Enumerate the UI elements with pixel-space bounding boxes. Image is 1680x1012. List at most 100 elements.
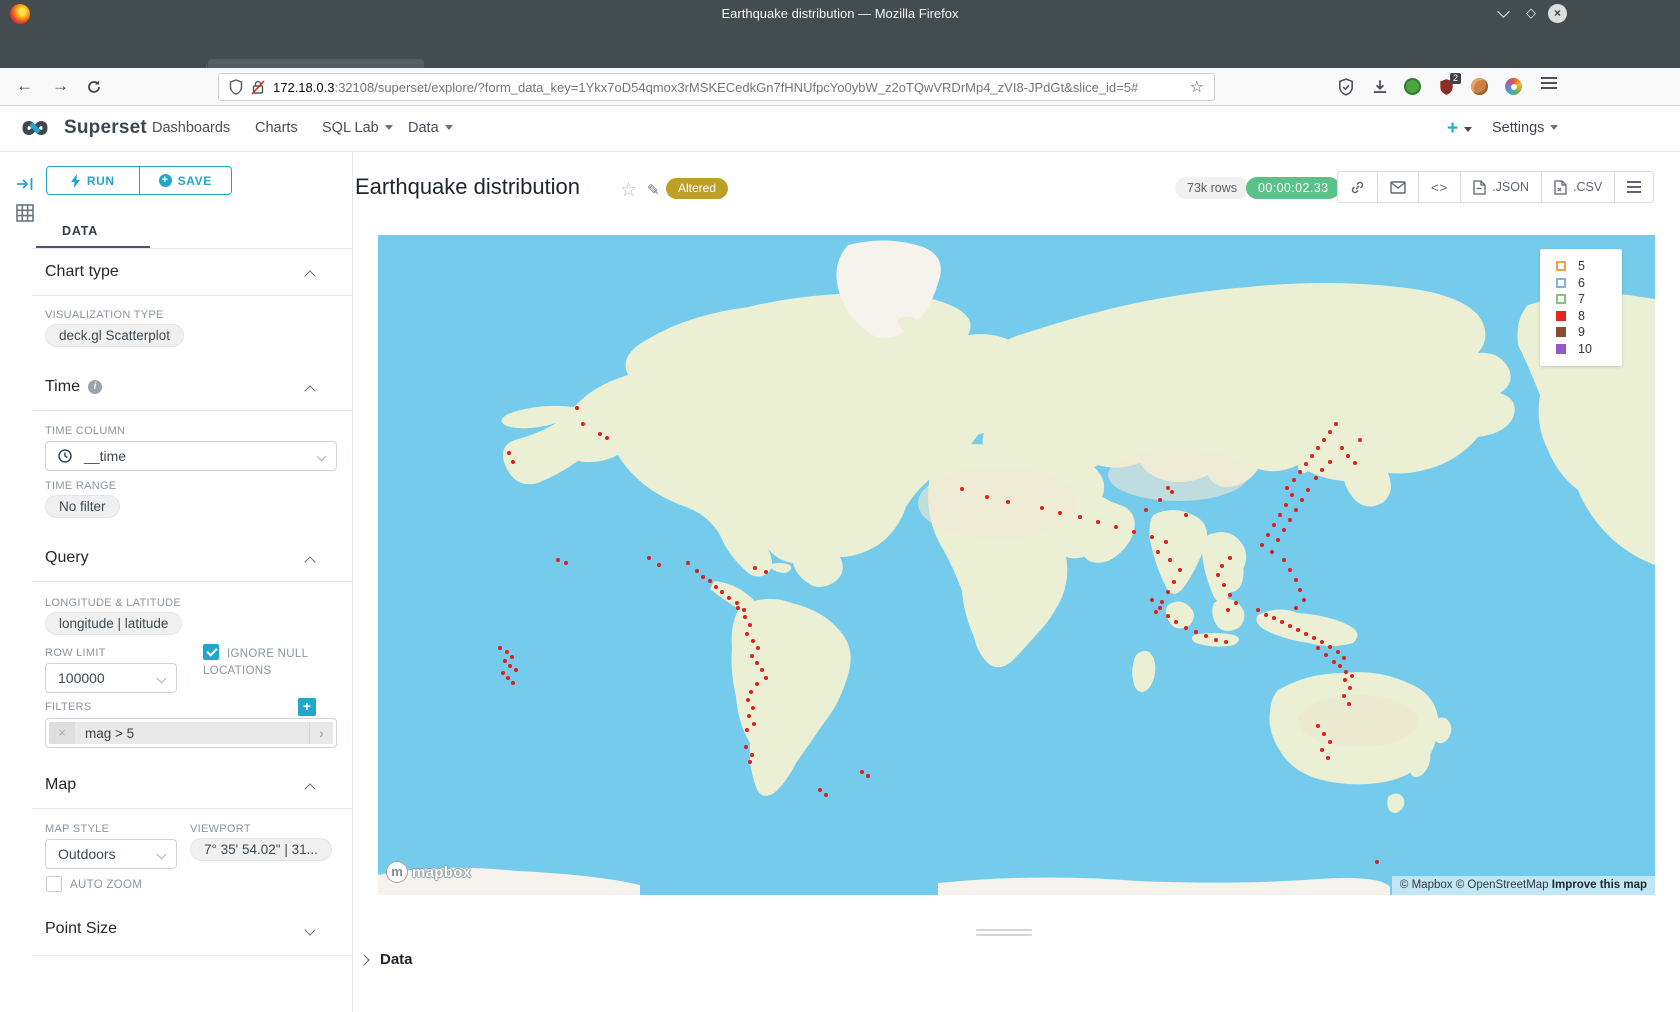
altered-badge[interactable]: Altered bbox=[666, 178, 728, 199]
superset-infinity-icon bbox=[14, 116, 56, 140]
nav-sql-lab[interactable]: SQL Lab bbox=[322, 120, 393, 136]
deckgl-scatter-map[interactable]: 5678910 m mapbox © Mapbox © OpenStreetMa… bbox=[378, 235, 1655, 895]
earthquake-point bbox=[1328, 740, 1332, 744]
chevron-up-icon[interactable] bbox=[304, 270, 315, 281]
add-filter-button[interactable]: + bbox=[298, 698, 316, 716]
chevron-down-icon[interactable] bbox=[304, 924, 315, 935]
forward-icon[interactable]: → bbox=[52, 76, 69, 96]
filter-control[interactable]: × mag > 5 › bbox=[45, 718, 337, 748]
earthquake-point bbox=[1310, 454, 1314, 458]
legend-row: 8 bbox=[1556, 308, 1622, 325]
earthquake-point bbox=[1266, 533, 1270, 537]
time-range-value[interactable]: No filter bbox=[45, 495, 120, 518]
section-query[interactable]: Query bbox=[45, 549, 89, 567]
url-text[interactable]: 172.18.0.3:32108/superset/explore/?form_… bbox=[273, 80, 1182, 95]
chart-actions-group: <> .JSON .CSV bbox=[1337, 171, 1654, 203]
earthquake-point bbox=[749, 690, 753, 694]
expand-datasource-icon[interactable] bbox=[16, 176, 34, 192]
attrib-osm[interactable]: © OpenStreetMap bbox=[1456, 879, 1549, 891]
chart-menu-button[interactable] bbox=[1614, 171, 1654, 203]
earthquake-point bbox=[1164, 540, 1168, 544]
run-button[interactable]: RUN bbox=[47, 167, 139, 194]
chevron-up-icon[interactable] bbox=[304, 556, 315, 567]
viewport-value[interactable]: 7° 35' 54.02" | 31... bbox=[190, 838, 332, 861]
ublock-icon[interactable]: 2 bbox=[1438, 78, 1456, 96]
earthquake-point bbox=[1280, 620, 1284, 624]
chevron-right-icon[interactable]: › bbox=[309, 722, 333, 744]
panel-resize-handle[interactable] bbox=[976, 929, 1032, 939]
nav-charts[interactable]: Charts bbox=[255, 120, 298, 136]
extension-green-icon[interactable] bbox=[1404, 78, 1421, 95]
extension-pinwheel-icon[interactable] bbox=[1505, 78, 1522, 95]
nav-dashboards[interactable]: Dashboards bbox=[152, 120, 230, 136]
earthquake-point bbox=[745, 728, 749, 732]
earthquake-point bbox=[714, 585, 718, 589]
add-new-button[interactable]: + bbox=[1447, 118, 1472, 140]
url-bar[interactable]: 172.18.0.3:32108/superset/explore/?form_… bbox=[218, 73, 1215, 101]
auto-zoom-checkbox[interactable] bbox=[46, 876, 62, 892]
reload-icon[interactable] bbox=[86, 79, 102, 95]
chevron-up-icon[interactable] bbox=[304, 783, 315, 794]
export-csv-button[interactable]: .CSV bbox=[1541, 171, 1615, 203]
earthquake-point bbox=[1096, 520, 1100, 524]
nav-settings[interactable]: Settings bbox=[1492, 120, 1558, 136]
attrib-mapbox[interactable]: © Mapbox bbox=[1400, 879, 1453, 891]
menu-hamburger-icon[interactable] bbox=[1540, 82, 1558, 100]
world-basemap bbox=[378, 235, 1655, 895]
insecure-lock-icon[interactable] bbox=[251, 79, 265, 95]
nav-data[interactable]: Data bbox=[408, 120, 453, 136]
ignore-null-checkbox[interactable] bbox=[203, 644, 219, 660]
earthquake-point bbox=[1282, 528, 1286, 532]
edit-title-icon[interactable]: ✎ bbox=[647, 181, 660, 199]
favorite-star-icon[interactable]: ☆ bbox=[620, 179, 637, 202]
section-time[interactable]: Timei bbox=[45, 378, 102, 396]
superset-logo[interactable]: Superset bbox=[14, 116, 147, 140]
earthquake-point bbox=[1158, 498, 1162, 502]
earthquake-point bbox=[1166, 590, 1170, 594]
earthquake-point bbox=[1294, 606, 1298, 610]
window-maximize-icon[interactable]: ◇ bbox=[1526, 5, 1536, 21]
download-icon[interactable] bbox=[1371, 78, 1389, 96]
legend-label: 7 bbox=[1578, 292, 1585, 306]
lonlat-value[interactable]: longitude | latitude bbox=[45, 612, 182, 635]
map-style-select[interactable]: Outdoors bbox=[45, 839, 177, 869]
time-column-select[interactable]: __time bbox=[45, 441, 337, 471]
map-legend-items: 5678910 bbox=[1556, 258, 1622, 357]
back-icon[interactable]: ← bbox=[16, 76, 33, 96]
data-collapse-toggle[interactable]: Data bbox=[360, 951, 413, 968]
earthquake-point bbox=[1312, 636, 1316, 640]
row-limit-select[interactable]: 100000 bbox=[45, 663, 177, 693]
earthquake-point bbox=[1316, 646, 1320, 650]
filters-label: FILTERS bbox=[45, 701, 92, 713]
earthquake-point bbox=[764, 570, 768, 574]
earthquake-point bbox=[1285, 486, 1289, 490]
earthquake-point bbox=[1224, 640, 1228, 644]
window-close-icon[interactable]: × bbox=[1548, 4, 1567, 23]
earthquake-point bbox=[1316, 724, 1320, 728]
email-button[interactable] bbox=[1377, 171, 1419, 203]
save-button[interactable]: + SAVE bbox=[139, 167, 232, 194]
earthquake-point bbox=[1298, 470, 1302, 474]
mapbox-logo[interactable]: m mapbox bbox=[386, 861, 471, 883]
dataset-grid-icon[interactable] bbox=[16, 204, 34, 222]
earthquake-point bbox=[511, 681, 515, 685]
earthquake-point bbox=[1348, 686, 1352, 690]
bookmark-star-icon[interactable]: ☆ bbox=[1190, 77, 1204, 97]
section-point-size[interactable]: Point Size bbox=[45, 920, 117, 938]
cookie-extension-icon[interactable] bbox=[1471, 78, 1488, 95]
export-json-button[interactable]: .JSON bbox=[1460, 171, 1542, 203]
earthquake-point bbox=[1228, 556, 1232, 560]
section-chart-type[interactable]: Chart type bbox=[45, 263, 119, 281]
viz-type-value[interactable]: deck.gl Scatterplot bbox=[45, 324, 184, 347]
window-minimize-icon[interactable] bbox=[1498, 6, 1510, 18]
chevron-up-icon[interactable] bbox=[304, 385, 315, 396]
section-map[interactable]: Map bbox=[45, 776, 76, 794]
attrib-improve-link[interactable]: Improve this map bbox=[1552, 879, 1647, 891]
embed-code-button[interactable]: <> bbox=[1418, 171, 1461, 203]
copy-link-button[interactable] bbox=[1337, 171, 1378, 203]
filter-value[interactable]: mag > 5 bbox=[75, 726, 309, 741]
tab-data[interactable]: DATA bbox=[62, 224, 98, 238]
pocket-shield-icon[interactable] bbox=[1337, 78, 1355, 96]
tracking-shield-icon[interactable] bbox=[229, 79, 243, 95]
remove-filter-icon[interactable]: × bbox=[49, 722, 75, 744]
